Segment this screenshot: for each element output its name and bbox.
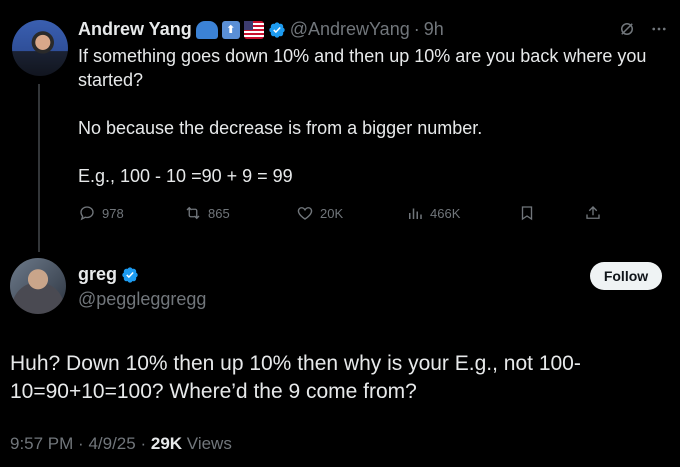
more-options-icon[interactable] bbox=[650, 20, 668, 38]
bookmark-button[interactable] bbox=[518, 204, 584, 222]
reply-author-handle[interactable]: @peggleggregg bbox=[78, 289, 206, 310]
heart-icon bbox=[297, 207, 313, 220]
repost-button[interactable]: 865 bbox=[184, 204, 296, 222]
author-handle[interactable]: @AndrewYang bbox=[290, 19, 410, 40]
tweet-header: Andrew Yang ⬆ @AndrewYang · 9h bbox=[78, 19, 444, 40]
reply-date[interactable]: 4/9/25 bbox=[88, 434, 135, 453]
grok-icon[interactable] bbox=[618, 20, 636, 38]
verified-badge-icon bbox=[122, 266, 138, 283]
avatar-andrew-yang[interactable] bbox=[12, 20, 68, 76]
avatar-greg[interactable] bbox=[10, 258, 66, 314]
reply-time[interactable]: 9:57 PM bbox=[10, 434, 73, 453]
separator-dot: · bbox=[413, 19, 420, 39]
like-button[interactable]: 20K bbox=[296, 204, 406, 222]
author-name[interactable]: Andrew Yang bbox=[78, 19, 192, 40]
reply-button[interactable]: 978 bbox=[78, 204, 184, 222]
tweet-paragraph: No because the decrease is from a bigger… bbox=[78, 118, 483, 138]
analytics-icon bbox=[409, 208, 422, 219]
us-flag-emoji-icon bbox=[243, 20, 264, 39]
separator-dot: · bbox=[78, 434, 84, 453]
tweet-paragraph: If something goes down 10% and then up 1… bbox=[78, 46, 647, 90]
repost-icon bbox=[186, 206, 200, 220]
reply-icon bbox=[80, 206, 94, 221]
blue-cap-emoji-icon bbox=[195, 20, 218, 39]
up-arrow-emoji-icon: ⬆ bbox=[221, 20, 240, 39]
tweet-actions: 978 865 20K 466K bbox=[78, 204, 618, 222]
share-button[interactable] bbox=[584, 204, 602, 222]
separator-dot: · bbox=[140, 434, 147, 453]
follow-button[interactable]: Follow bbox=[590, 262, 662, 290]
tweet-age[interactable]: 9h bbox=[424, 19, 444, 40]
reply-author-name[interactable]: greg bbox=[78, 264, 117, 285]
tweet-text: If something goes down 10% and then up 1… bbox=[78, 44, 668, 188]
reply-count: 978 bbox=[102, 205, 124, 221]
thread-line bbox=[38, 84, 40, 252]
share-icon bbox=[586, 206, 600, 219]
bookmark-icon bbox=[521, 206, 533, 221]
tweet-paragraph: E.g., 100 - 10 =90 + 9 = 99 bbox=[78, 166, 293, 186]
reply-views-count: 29K bbox=[150, 434, 183, 453]
views-button[interactable]: 466K bbox=[406, 204, 518, 222]
view-count: 466K bbox=[430, 205, 461, 221]
reply-views-label: Views bbox=[186, 434, 232, 453]
like-count: 20K bbox=[320, 205, 344, 221]
repost-count: 865 bbox=[208, 205, 230, 221]
reply-meta: 9:57 PM · 4/9/25 · 29K Views bbox=[10, 434, 232, 454]
reply-header: greg bbox=[78, 264, 139, 285]
verified-badge-icon bbox=[269, 21, 285, 38]
tweet-top-icons bbox=[618, 20, 668, 38]
reply-text: Huh? Down 10% then up 10% then why is yo… bbox=[10, 352, 581, 403]
